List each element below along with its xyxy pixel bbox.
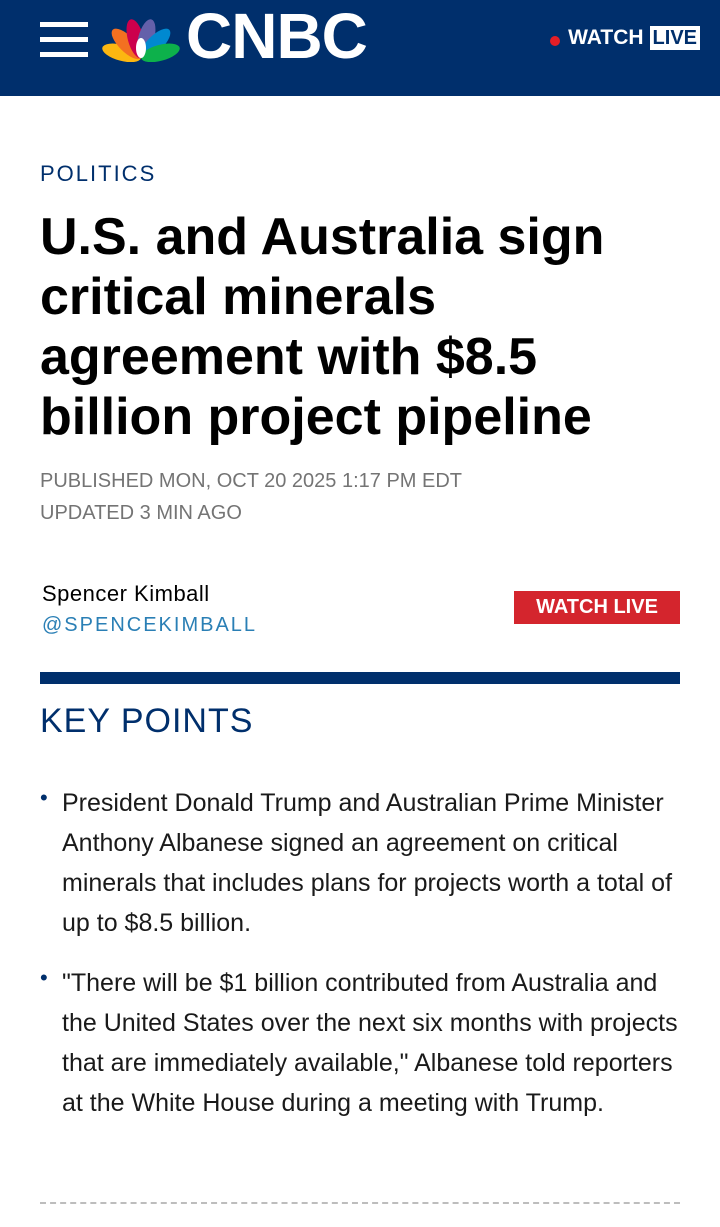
- key-point-text: "There will be $1 billion contributed fr…: [62, 969, 678, 1117]
- bullet-icon: •: [40, 965, 48, 990]
- author-handle[interactable]: @SPENCEKIMBALL: [42, 614, 257, 637]
- watch-live-header-link[interactable]: WATCH LIVE: [550, 25, 700, 51]
- section-label[interactable]: POLITICS: [40, 161, 156, 187]
- article-headline: U.S. and Australia sign critical mineral…: [40, 208, 605, 446]
- key-points-divider: [40, 672, 680, 684]
- key-point-item: • President Donald Trump and Australian …: [40, 783, 680, 943]
- watch-live-button[interactable]: WATCH LIVE: [514, 591, 680, 624]
- key-point-text: President Donald Trump and Australian Pr…: [62, 789, 673, 937]
- key-points-list: • President Donald Trump and Australian …: [40, 783, 680, 1143]
- hamburger-menu-icon[interactable]: [40, 22, 88, 58]
- key-points-title: KEY POINTS: [40, 702, 254, 740]
- key-point-item: • "There will be $1 billion contributed …: [40, 963, 680, 1123]
- bullet-icon: •: [40, 785, 48, 810]
- top-navigation-bar: CNBC WATCH LIVE: [0, 0, 720, 96]
- live-badge: LIVE: [649, 26, 700, 50]
- red-dot-icon: [550, 36, 561, 46]
- cnbc-peacock-logo[interactable]: [100, 14, 182, 62]
- dashed-divider: [40, 1202, 680, 1204]
- watch-label: WATCH: [568, 26, 644, 49]
- published-timestamp: PUBLISHED MON, OCT 20 2025 1:17 PM EDT: [40, 470, 463, 492]
- updated-timestamp: UPDATED 3 MIN AGO: [40, 502, 242, 524]
- cnbc-wordmark[interactable]: CNBC: [186, 4, 368, 68]
- author-name[interactable]: Spencer Kimball: [42, 581, 210, 607]
